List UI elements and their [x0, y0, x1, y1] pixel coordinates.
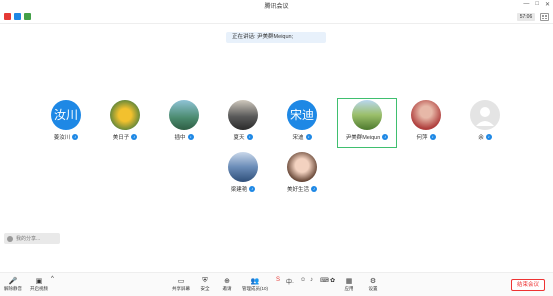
status-icons [4, 13, 31, 20]
participant-tile[interactable]: 梁建艳 ♪ [222, 152, 264, 204]
minimize-icon[interactable]: — [523, 1, 529, 8]
share-screen-button[interactable]: ▭ 共享屏幕 [172, 276, 190, 292]
meeting-top-bar: 57:06 [0, 10, 553, 24]
security-button[interactable]: ⛨ 安全 [200, 276, 210, 292]
end-meeting-button[interactable]: 结束会议 [511, 279, 545, 291]
participant-name: 插中 [174, 135, 186, 141]
monitor-icon: ▭ [177, 277, 185, 285]
participant-name: 美好生活 [286, 187, 309, 193]
mic-icon: ♪ [187, 134, 194, 140]
mic-icon: ♪ [131, 134, 138, 140]
mic-icon: ♪ [246, 134, 253, 140]
view-layout-icon[interactable] [540, 13, 549, 21]
participant-tile[interactable]: 美日子 ♪ [104, 100, 146, 152]
avatar [411, 100, 441, 130]
participant-name: 余 [478, 135, 484, 141]
microphone-icon: 🎤 [8, 277, 18, 285]
close-icon[interactable]: ✕ [545, 1, 550, 8]
avatar: 宋迪 [287, 100, 317, 130]
shield-icon[interactable] [14, 13, 21, 20]
sharing-label: 我的分享... [16, 236, 41, 242]
mic-small-icon[interactable]: ♪ [310, 277, 313, 283]
sharing-status[interactable]: 我的分享... [4, 233, 60, 244]
participant-name: 美日子 [112, 135, 130, 141]
participant-tile[interactable]: 汝川 姜汝川 ♪ [45, 100, 87, 152]
apps-button[interactable]: ▦ 应用 [344, 276, 354, 292]
keyboard-icon[interactable]: ⌨ [320, 277, 329, 284]
mic-icon: ♪ [382, 134, 389, 140]
default-user-icon [476, 107, 494, 126]
add-user-icon: ⊕ [224, 277, 230, 285]
speaking-indicator: 正在讲话: 尹美群Meiqun; [226, 32, 326, 43]
participant-tile[interactable]: 插中 ♪ [163, 100, 205, 152]
avatar [169, 100, 199, 130]
ime-toolbar-icon[interactable]: 中· [286, 277, 294, 286]
maximize-icon[interactable]: □ [535, 1, 539, 8]
participant-name: 姜汝川 [53, 135, 71, 141]
participant-name: 夏天 [233, 135, 245, 141]
signal-icon[interactable] [24, 13, 31, 20]
meeting-toolbar: 🎤 解除静音 ▣ 开启视频 ^ ▭ 共享屏幕 ⛨ 安全 ⊕ 邀请 👥 管理成员(… [0, 272, 553, 296]
gear-icon: ⚙ [369, 277, 377, 285]
avatar: 汝川 [51, 100, 81, 130]
screen-icon [7, 235, 13, 242]
ime-icon[interactable]: S [276, 277, 280, 283]
mic-icon: ♪ [485, 134, 492, 140]
participant-name: 梁建艳 [230, 187, 248, 193]
avatar [110, 100, 140, 130]
mic-icon: ♪ [305, 134, 312, 140]
meeting-timer: 57:06 [517, 13, 535, 21]
start-video-button[interactable]: ▣ 开启视频 [30, 276, 48, 292]
avatar [287, 152, 317, 182]
participant-tile[interactable]: 何萍 ♪ [405, 100, 447, 152]
participant-name: 宋迪 [292, 135, 304, 141]
participant-tile[interactable]: 夏天 ♪ [222, 100, 264, 152]
invite-button[interactable]: ⊕ 邀请 [222, 276, 232, 292]
participant-tile[interactable]: 美好生活 ♪ [281, 152, 323, 204]
title-bar: 腾讯会议 — □ ✕ [0, 0, 553, 10]
mic-icon: ♪ [72, 134, 79, 140]
participant-name: 尹美群Meiqun [345, 135, 381, 141]
participant-name: 何萍 [416, 135, 428, 141]
avatar [470, 100, 500, 130]
record-icon[interactable] [4, 13, 11, 20]
avatar [352, 100, 382, 130]
chevron-up-icon[interactable]: ^ [51, 276, 54, 282]
avatar [228, 100, 258, 130]
manage-members-button[interactable]: 👥 管理成员(10) [242, 276, 268, 292]
participant-tile[interactable]: 余 ♪ [464, 100, 506, 152]
mic-icon: ♪ [429, 134, 436, 140]
apps-icon: ▦ [345, 277, 353, 285]
people-icon: 👥 [250, 277, 260, 285]
settings-button[interactable]: ⚙ 设置 [368, 276, 378, 292]
camera-icon: ▣ [35, 277, 43, 285]
window-controls: — □ ✕ [523, 1, 550, 8]
clothes-icon[interactable]: ✿ [330, 277, 335, 284]
participant-tile-active[interactable]: 尹美群Meiqun ♪ [340, 100, 394, 152]
avatar [228, 152, 258, 182]
emoji-icon[interactable]: ☺ [300, 277, 306, 283]
mic-icon: ♪ [249, 186, 256, 192]
shield-icon: ⛨ [202, 276, 208, 284]
mic-icon: ♪ [311, 186, 317, 192]
unmute-button[interactable]: 🎤 解除静音 [4, 276, 22, 292]
participant-tile[interactable]: 宋迪 宋迪 ♪ [281, 100, 323, 152]
window-title: 腾讯会议 [264, 4, 289, 10]
